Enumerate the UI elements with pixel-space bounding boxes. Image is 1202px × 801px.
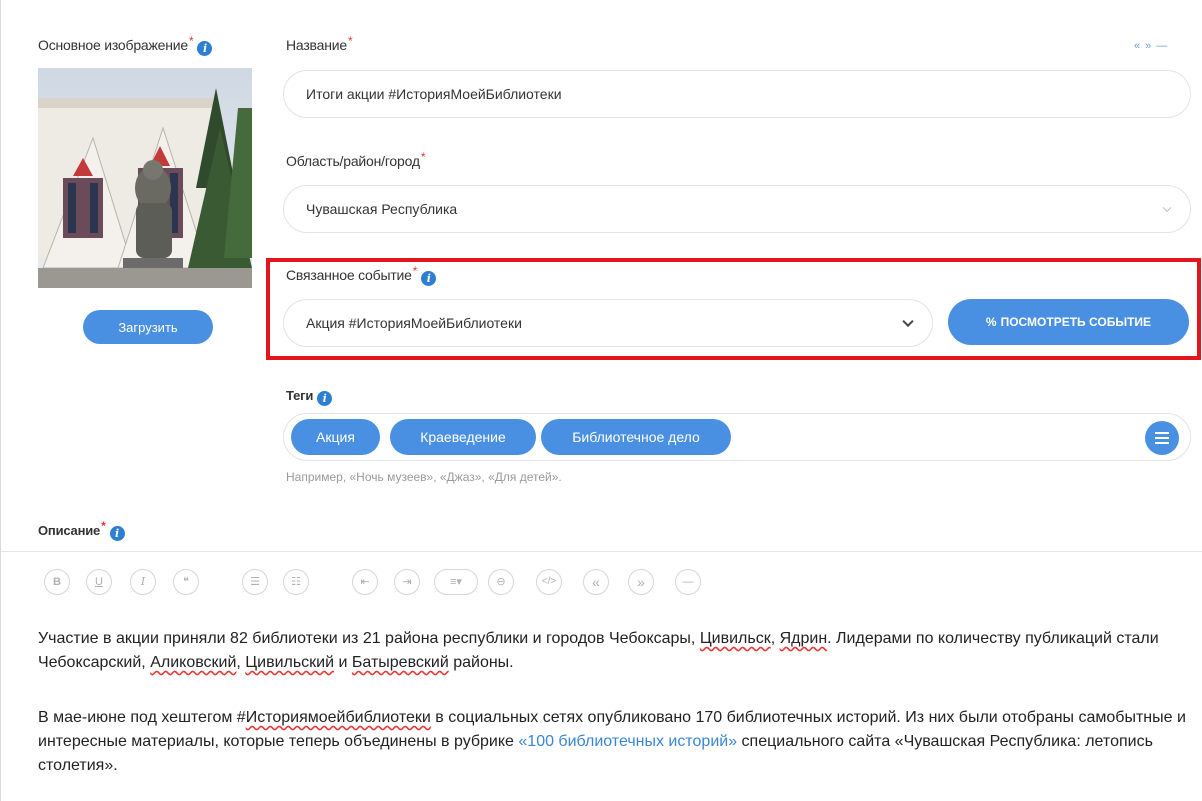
tags-hint: Например, «Ночь музеев», «Джаз», «Для де… — [286, 470, 562, 484]
upload-button[interactable]: Загрузить — [83, 310, 213, 344]
related-event-label: Связанное событие*i — [286, 264, 437, 286]
chevron-down-icon — [902, 315, 914, 328]
region-select-value: Чувашская Республика — [306, 201, 458, 217]
info-icon[interactable]: i — [197, 41, 213, 56]
quote-open-button[interactable]: « — [583, 569, 609, 595]
tag-chip[interactable]: Библиотечное дело — [541, 419, 731, 455]
chevron-down-icon — [1162, 203, 1172, 213]
main-image-preview — [38, 68, 252, 288]
outdent-button[interactable]: ⇤ — [352, 569, 378, 595]
edit-form: Основное изображение*i Загрузить « » — Н… — [0, 0, 1202, 801]
underline-button[interactable]: U — [86, 569, 112, 595]
region-label: Область/район/город* — [286, 150, 426, 169]
title-label: Название* — [286, 34, 353, 53]
code-button[interactable]: </> — [536, 569, 562, 595]
quote-close-button[interactable]: » — [628, 569, 654, 595]
indent-button[interactable]: ⇥ — [394, 569, 420, 595]
tag-chip[interactable]: Краеведение — [390, 419, 536, 455]
title-input[interactable]: Итоги акции #ИсторияМоейБиблиотеки — [283, 70, 1191, 118]
tags-label: Теги i — [286, 388, 333, 406]
quote-block-button[interactable]: ❝ — [173, 569, 199, 595]
horizontal-rule-button[interactable]: — — [675, 569, 701, 595]
description-paragraph-1[interactable]: Участие в акции приняли 82 библиотеки из… — [38, 627, 1188, 675]
divider — [1, 551, 1202, 552]
tag-chip[interactable]: Акция — [291, 419, 380, 455]
info-icon[interactable]: i — [317, 391, 333, 406]
view-event-button[interactable]: % ПОСМОТРЕТЬ СОБЫТИЕ — [948, 299, 1189, 345]
collapse-controls[interactable]: « » — — [1134, 40, 1168, 52]
region-select[interactable]: Чувашская Республика — [283, 185, 1191, 233]
link-icon: % — [985, 315, 997, 329]
info-icon[interactable]: i — [421, 271, 437, 286]
title-input-value: Итоги акции #ИсторияМоейБиблиотеки — [306, 86, 562, 102]
main-image-label: Основное изображение*i — [38, 34, 213, 56]
related-event-value: Акция #ИсторияМоейБиблиотеки — [306, 315, 522, 331]
description-label: Описание*i — [38, 519, 125, 541]
bold-button[interactable]: B — [44, 569, 70, 595]
description-link[interactable]: «100 библиотечных историй» — [518, 733, 737, 750]
italic-button[interactable]: I — [130, 569, 156, 595]
info-icon[interactable]: i — [109, 526, 125, 541]
numbered-list-button[interactable]: ☷ — [283, 569, 309, 595]
bullet-list-button[interactable]: ☰ — [242, 569, 268, 595]
related-event-select[interactable]: Акция #ИсторияМоейБиблиотеки — [283, 299, 933, 347]
menu-icon[interactable] — [1145, 421, 1179, 455]
link-button[interactable]: ⊖ — [488, 569, 514, 595]
description-paragraph-2[interactable]: В мае-июне под хештегом #Историямоейбибл… — [38, 706, 1188, 778]
align-button[interactable]: ≡▾ — [434, 569, 478, 595]
